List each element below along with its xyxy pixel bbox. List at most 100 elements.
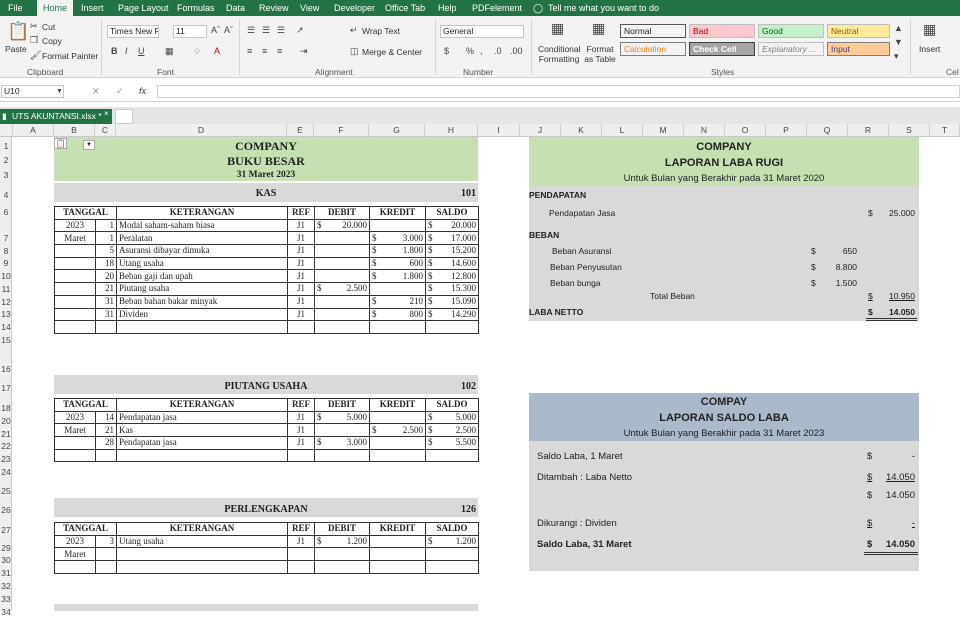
table-cell[interactable] bbox=[287, 560, 315, 574]
table-cell[interactable]: J1 bbox=[287, 294, 315, 309]
row-header[interactable]: 22 bbox=[0, 441, 12, 451]
table-cell[interactable] bbox=[314, 547, 370, 562]
table-cell[interactable] bbox=[314, 560, 370, 574]
table-cell[interactable]: $1.200 bbox=[425, 534, 479, 549]
name-box[interactable]: U10 bbox=[1, 85, 64, 98]
copy-button[interactable]: Copy bbox=[42, 36, 62, 46]
new-tab-button[interactable] bbox=[115, 109, 133, 124]
tab-office-tab[interactable]: Office Tab bbox=[385, 0, 425, 16]
table-cell[interactable]: $1.800 bbox=[369, 269, 426, 284]
column-header[interactable]: I bbox=[478, 124, 520, 137]
increase-font-icon[interactable]: Aˆ bbox=[211, 26, 220, 35]
table-cell[interactable] bbox=[314, 269, 370, 284]
table-cell[interactable] bbox=[314, 448, 370, 463]
cut-button[interactable]: Cut bbox=[42, 22, 55, 32]
table-cell[interactable]: 31 bbox=[95, 294, 117, 309]
table-cell[interactable] bbox=[369, 282, 426, 296]
format-as-table-button[interactable]: Format as Table bbox=[582, 44, 618, 64]
table-cell[interactable] bbox=[54, 256, 96, 271]
table-cell[interactable]: 18 bbox=[95, 256, 117, 271]
row-header[interactable]: 12 bbox=[0, 297, 12, 307]
row-header[interactable]: 8 bbox=[0, 246, 12, 256]
row-header[interactable]: 15 bbox=[0, 335, 12, 345]
row-header[interactable]: 34 bbox=[0, 607, 12, 617]
table-cell[interactable] bbox=[116, 448, 288, 463]
row-header[interactable]: 30 bbox=[0, 555, 12, 565]
row-header[interactable]: 24 bbox=[0, 467, 12, 477]
row-header[interactable]: 32 bbox=[0, 581, 12, 591]
table-cell[interactable] bbox=[369, 436, 426, 450]
styles-scroll-down-icon[interactable]: ▼ bbox=[894, 38, 903, 47]
italic-icon[interactable]: I bbox=[125, 47, 128, 56]
column-header[interactable]: J bbox=[520, 124, 561, 137]
row-header[interactable]: 6 bbox=[0, 207, 12, 217]
close-tab-icon[interactable]: × bbox=[104, 109, 109, 118]
table-cell[interactable] bbox=[314, 294, 370, 309]
align-center-icon[interactable]: ≡ bbox=[262, 47, 267, 56]
column-header[interactable]: N bbox=[684, 124, 725, 137]
table-cell[interactable]: 20 bbox=[95, 269, 117, 284]
style-explanatory[interactable]: Explanatory ... bbox=[758, 42, 824, 56]
table-cell[interactable] bbox=[425, 320, 479, 334]
tell-me-box[interactable]: Tell me what you want to do bbox=[548, 0, 659, 16]
row-header[interactable]: 13 bbox=[0, 309, 12, 319]
table-cell[interactable] bbox=[116, 560, 288, 574]
row-header[interactable]: 27 bbox=[0, 525, 12, 535]
table-cell[interactable] bbox=[314, 231, 370, 246]
table-cell[interactable] bbox=[369, 410, 426, 425]
table-cell[interactable]: $12.800 bbox=[425, 269, 479, 284]
table-cell[interactable] bbox=[54, 244, 96, 258]
merge-center-button[interactable]: Merge & Center bbox=[362, 47, 422, 57]
table-cell[interactable] bbox=[287, 547, 315, 562]
paste-button[interactable]: Paste bbox=[5, 44, 27, 54]
enter-icon[interactable]: ✓ bbox=[116, 87, 124, 96]
row-header[interactable]: 3 bbox=[0, 170, 12, 180]
align-bottom-icon[interactable]: ☰ bbox=[277, 26, 285, 35]
table-cell[interactable] bbox=[54, 294, 96, 309]
table-cell[interactable]: $20.000 bbox=[314, 218, 370, 233]
table-cell[interactable] bbox=[54, 269, 96, 284]
table-cell[interactable]: $800 bbox=[369, 307, 426, 322]
table-cell[interactable] bbox=[287, 320, 315, 334]
table-cell[interactable] bbox=[425, 560, 479, 574]
column-header[interactable]: S bbox=[889, 124, 930, 137]
row-header[interactable]: 18 bbox=[0, 403, 12, 413]
currency-icon[interactable]: $ bbox=[444, 47, 449, 56]
column-header[interactable]: R bbox=[848, 124, 889, 137]
row-header[interactable]: 7 bbox=[0, 233, 12, 243]
orientation-icon[interactable]: ↗ bbox=[296, 26, 304, 35]
table-cell[interactable]: $1.800 bbox=[369, 244, 426, 258]
row-header[interactable]: 4 bbox=[0, 190, 12, 200]
table-cell[interactable]: $15.200 bbox=[425, 244, 479, 258]
table-cell[interactable]: Maret bbox=[54, 423, 96, 438]
table-cell[interactable] bbox=[314, 307, 370, 322]
table-cell[interactable] bbox=[314, 244, 370, 258]
row-header[interactable]: 16 bbox=[0, 364, 12, 374]
table-cell[interactable]: J1 bbox=[287, 423, 315, 438]
table-cell[interactable] bbox=[425, 448, 479, 463]
table-cell[interactable]: $20.000 bbox=[425, 218, 479, 233]
column-header[interactable]: C bbox=[95, 124, 116, 137]
style-calculation[interactable]: Calculation bbox=[620, 42, 686, 56]
table-cell[interactable]: J1 bbox=[287, 231, 315, 246]
font-color-icon[interactable]: A bbox=[214, 47, 220, 56]
table-cell[interactable]: 31 bbox=[95, 307, 117, 322]
table-cell[interactable]: J1 bbox=[287, 534, 315, 549]
comma-icon[interactable]: , bbox=[480, 47, 483, 56]
style-check-cell[interactable]: Check Cell bbox=[689, 42, 755, 56]
table-cell[interactable]: Dividen bbox=[116, 307, 288, 322]
table-cell[interactable]: J1 bbox=[287, 256, 315, 271]
table-cell[interactable]: J1 bbox=[287, 244, 315, 258]
table-cell[interactable]: Asuransi dibayar dimuka bbox=[116, 244, 288, 258]
column-header[interactable]: A bbox=[13, 124, 54, 137]
table-cell[interactable]: 21 bbox=[95, 282, 117, 296]
table-cell[interactable]: Maret bbox=[54, 547, 96, 562]
table-cell[interactable]: 3 bbox=[95, 534, 117, 549]
row-header[interactable]: 21 bbox=[0, 429, 12, 439]
align-left-icon[interactable]: ≡ bbox=[247, 47, 252, 56]
row-header[interactable]: 31 bbox=[0, 568, 12, 578]
decrease-font-icon[interactable]: Aˇ bbox=[224, 26, 233, 35]
align-middle-icon[interactable]: ☰ bbox=[262, 26, 270, 35]
table-cell[interactable]: J1 bbox=[287, 307, 315, 322]
table-cell[interactable] bbox=[54, 448, 96, 463]
